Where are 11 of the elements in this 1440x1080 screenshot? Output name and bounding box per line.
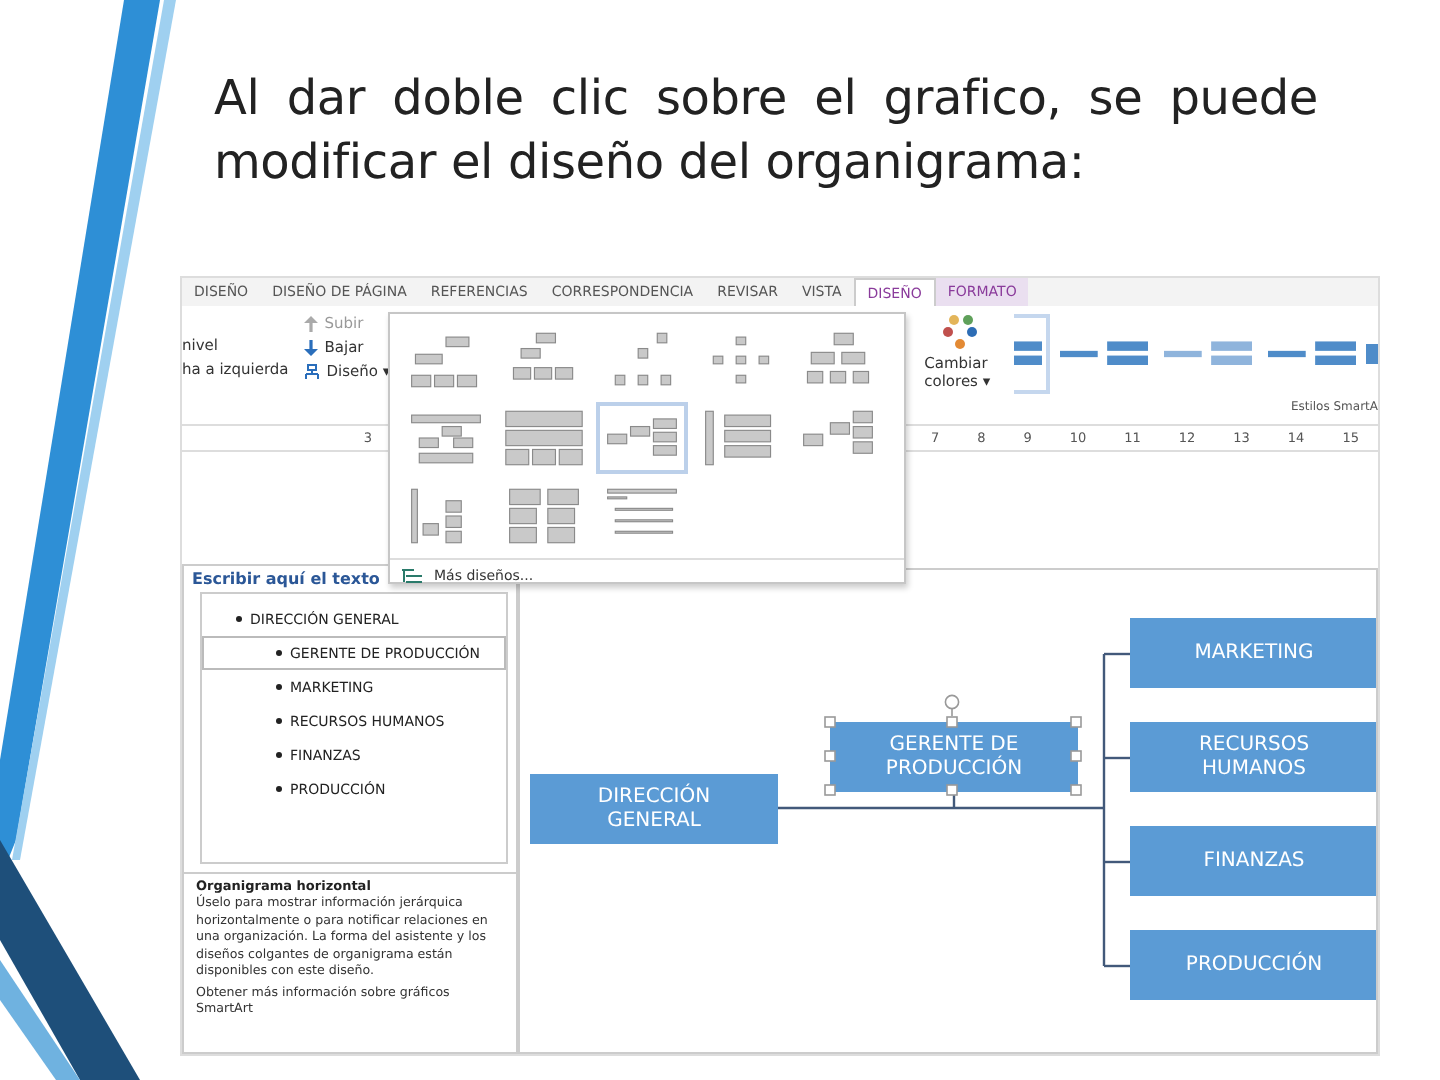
style-preview-icon: [1366, 344, 1378, 364]
slide-title: Al dar doble clic sobre el grafico, se puede modificar el diseño del organigrama:: [212, 68, 1318, 194]
pane-title: Escribir aquí el texto: [192, 570, 380, 588]
selection-handles[interactable]: [824, 694, 1084, 798]
org-chart-icon: [304, 363, 321, 379]
org-chart-icon: [502, 406, 586, 470]
org-chart-icon: [402, 568, 422, 584]
down-arrow-icon: [304, 339, 319, 355]
up-arrow-icon: [304, 315, 319, 331]
color-dots-icon: [940, 314, 981, 350]
layout-thumbnail[interactable]: [596, 402, 688, 474]
